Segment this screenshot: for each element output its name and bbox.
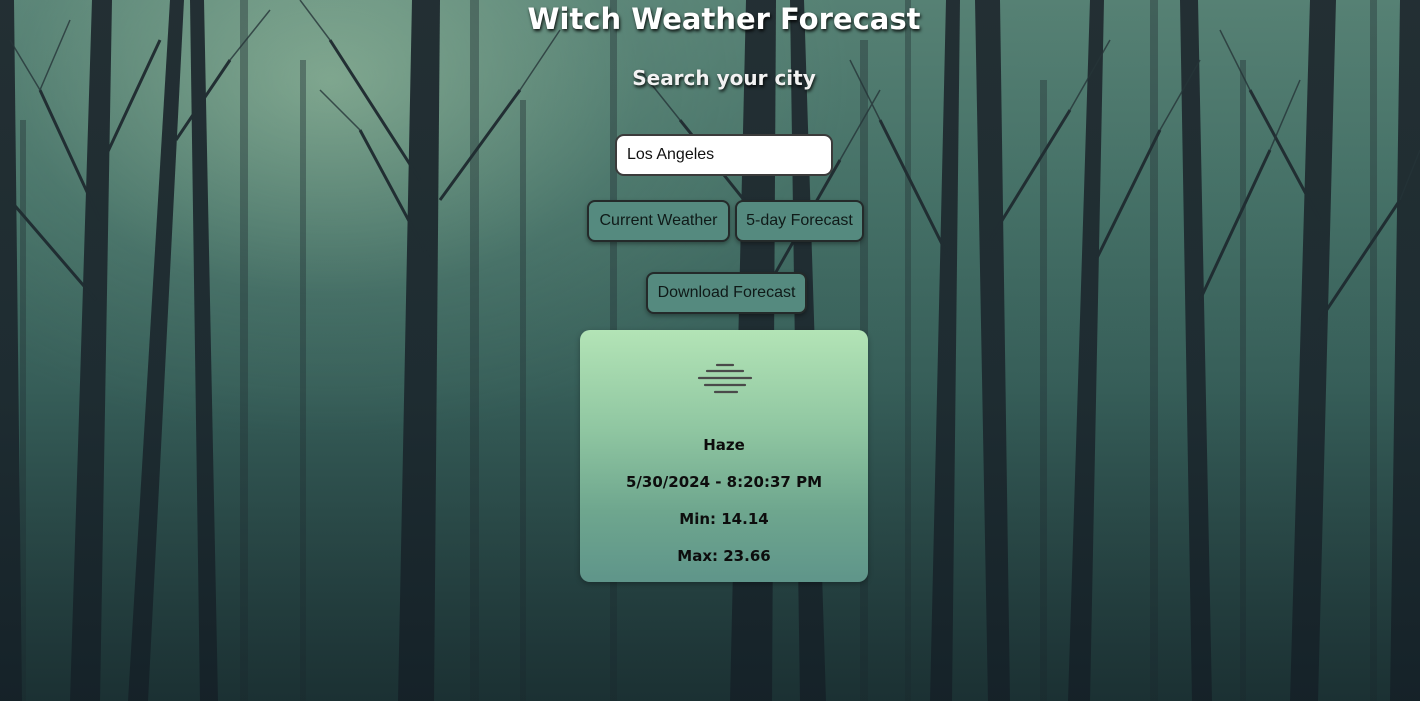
page-title: Witch Weather Forecast (527, 2, 921, 36)
five-day-forecast-button[interactable]: 5-day Forecast (735, 200, 864, 242)
weather-description: Haze (703, 436, 745, 454)
weather-card: Haze 5/30/2024 - 8:20:37 PM Min: 14.14 M… (580, 330, 868, 582)
haze-icon (697, 363, 753, 394)
min-temperature: Min: 14.14 (679, 510, 769, 528)
download-forecast-button[interactable]: Download Forecast (646, 272, 807, 314)
search-subtitle: Search your city (632, 66, 816, 90)
weather-datetime: 5/30/2024 - 8:20:37 PM (625, 473, 822, 491)
current-weather-button[interactable]: Current Weather (587, 200, 730, 242)
weather-app: Witch Weather Forecast Search your city … (0, 0, 1420, 701)
city-search-input[interactable] (615, 134, 833, 176)
max-temperature: Max: 23.66 (677, 547, 771, 565)
